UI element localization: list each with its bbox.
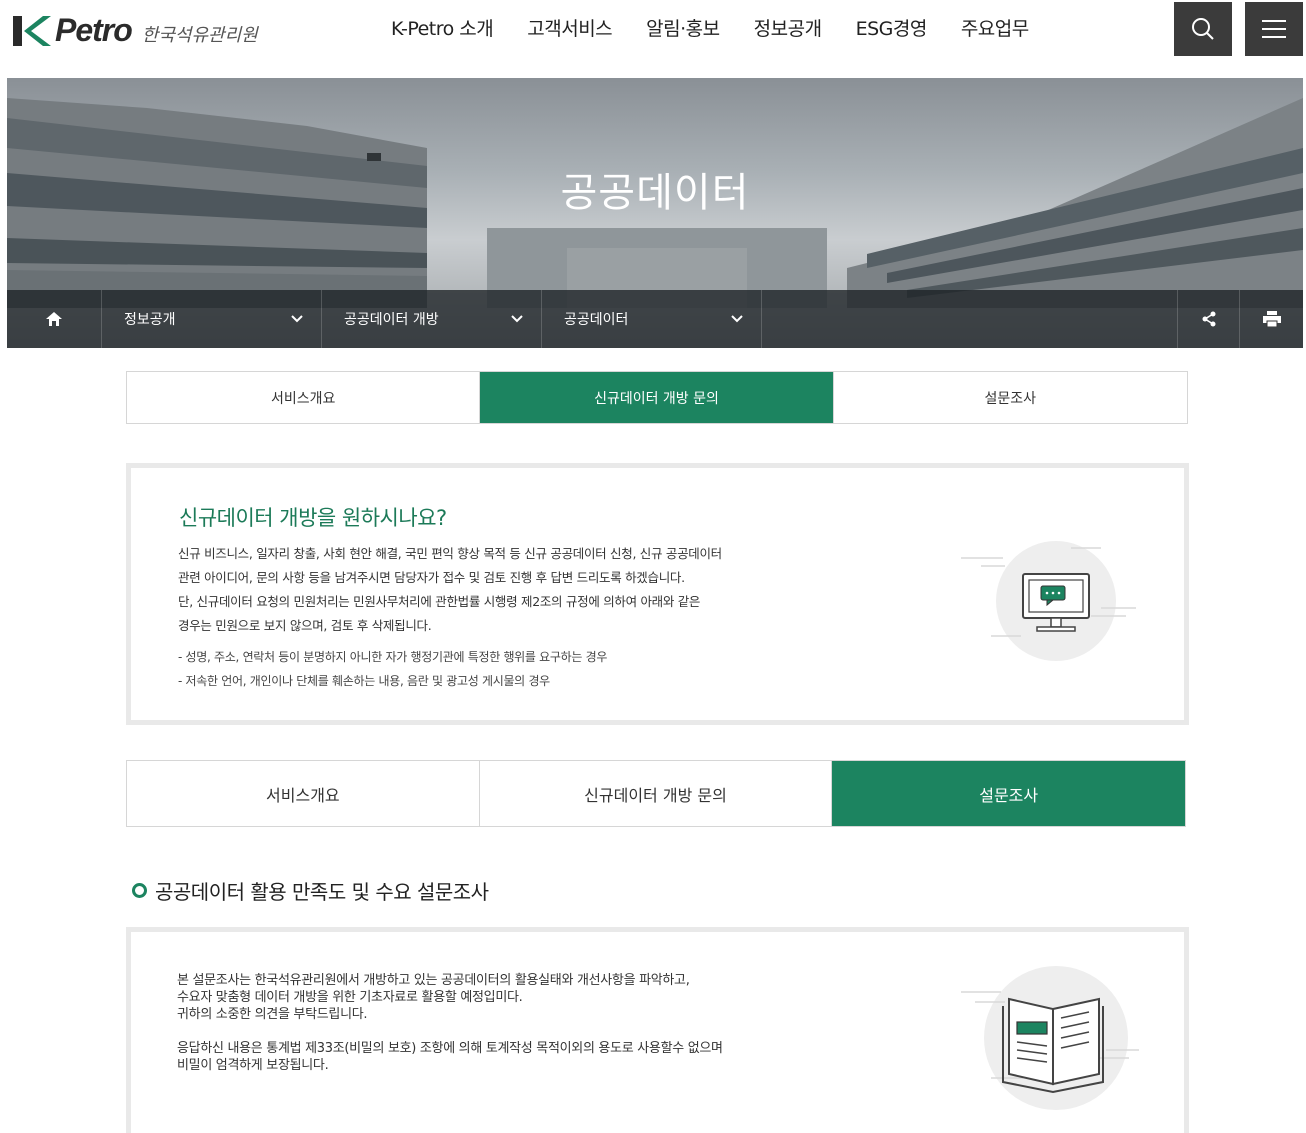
print-icon — [1262, 311, 1281, 327]
breadcrumb-dropdown-disclosure[interactable]: 정보공개 — [102, 290, 322, 348]
breadcrumb-dropdown-open-data[interactable]: 공공데이터 개방 — [322, 290, 542, 348]
logo-k-mark-icon — [11, 14, 51, 48]
tab-new-data-inquiry[interactable]: 신규데이터 개방 문의 — [480, 761, 833, 826]
search-button[interactable] — [1174, 2, 1232, 56]
nav-item-about[interactable]: K-Petro 소개 — [391, 14, 494, 41]
tab-new-data-inquiry[interactable]: 신규데이터 개방 문의 — [480, 372, 834, 423]
nav-item-customer-service[interactable]: 고객서비스 — [527, 14, 612, 41]
survey-info-box: 본 설문조사는 한국석유관리원에서 개방하고 있는 공공데이터의 활용실태와 개… — [126, 927, 1189, 1133]
survey-line: 귀하의 소중한 의견을 부탁드립니다. — [177, 1007, 368, 1022]
search-icon — [1192, 18, 1214, 40]
tab-service-overview[interactable]: 서비스개요 — [127, 761, 480, 826]
breadcrumb-dropdown-public-data[interactable]: 공공데이터 — [542, 290, 762, 348]
inquiry-exclusion-list: - 성명, 주소, 연락처 등이 분명하지 아니한 자가 행정기관에 특정한 행… — [178, 645, 607, 693]
share-button[interactable] — [1177, 290, 1239, 348]
nav-item-esg[interactable]: ESG경영 — [856, 14, 928, 41]
breadcrumb-label: 정보공개 — [124, 312, 176, 328]
survey-line: 수요자 맞춤형 데이터 개방을 위한 기초자료로 활용할 예정입미다. — [177, 990, 523, 1005]
logo-korean-text: 한국석유관리원 — [141, 24, 258, 46]
chevron-down-icon — [291, 315, 303, 323]
survey-line: 본 설문조사는 한국석유관리원에서 개방하고 있는 공공데이터의 활용실태와 개… — [177, 973, 690, 988]
logo-text: Petro — [55, 12, 133, 48]
breadcrumb-label: 공공데이터 개방 — [344, 312, 439, 328]
monitor-chat-icon — [961, 541, 1136, 661]
menu-button[interactable] — [1245, 2, 1303, 56]
inquiry-line: 경우는 민원으로 보지 않으며, 검토 후 삭제됩니다. — [178, 618, 432, 633]
survey-line: 응답하신 내용은 통계법 제33조(비밀의 보호) 조항에 의해 토계작성 목적… — [177, 1041, 723, 1056]
inquiry-line: 단, 신규데이터 요청의 민원처리는 민원사무처리에 관한법률 시행령 제2조의… — [178, 594, 701, 609]
list-item: - 성명, 주소, 연락처 등이 분명하지 아니한 자가 행정기관에 특정한 행… — [178, 650, 608, 664]
nav-item-disclosure[interactable]: 정보공개 — [754, 14, 822, 41]
tab-survey[interactable]: 설문조사 — [834, 372, 1187, 423]
survey-section-title: 공공데이터 활용 만족도 및 수요 설문조사 — [132, 876, 489, 905]
content-tabs-top: 서비스개요 신규데이터 개방 문의 설문조사 — [126, 371, 1188, 424]
hamburger-menu-icon — [1262, 20, 1286, 38]
home-button[interactable] — [7, 290, 102, 348]
chevron-down-icon — [731, 315, 743, 323]
tab-service-overview[interactable]: 서비스개요 — [127, 372, 481, 423]
main-navigation: K-Petro 소개 고객서비스 알림·홍보 정보공개 ESG경영 주요업무 — [391, 14, 1063, 41]
home-icon — [46, 312, 62, 326]
nav-item-news[interactable]: 알림·홍보 — [646, 14, 720, 41]
section-title-text: 공공데이터 활용 만족도 및 수요 설문조사 — [155, 880, 489, 904]
share-icon — [1202, 311, 1215, 327]
survey-description: 본 설문조사는 한국석유관리원에서 개방하고 있는 공공데이터의 활용실태와 개… — [177, 972, 897, 1074]
content-tabs-bottom: 서비스개요 신규데이터 개방 문의 설문조사 — [126, 760, 1186, 827]
print-button[interactable] — [1239, 290, 1303, 348]
survey-line: 비밀이 엄격하게 보장됩니다. — [177, 1058, 329, 1073]
breadcrumb-label: 공공데이터 — [564, 312, 629, 328]
inquiry-line: 관련 아이디어, 문의 사항 등을 남겨주시면 담당자가 접수 및 검토 진행 … — [178, 570, 685, 585]
nav-item-main-business[interactable]: 주요업무 — [961, 14, 1029, 41]
page: Petro 한국석유관리원 K-Petro 소개 고객서비스 알림·홍보 정보공… — [7, 0, 1303, 1133]
circle-bullet-icon — [132, 883, 147, 898]
tab-survey[interactable]: 설문조사 — [832, 761, 1186, 826]
inquiry-title: 신규데이터 개방을 원하시나요? — [179, 506, 447, 530]
inquiry-info-box: 신규데이터 개방을 원하시나요? 신규 비즈니스, 일자리 창출, 사회 현안 … — [126, 463, 1189, 725]
hero-banner: 공공데이터 정보공개 공공데이터 개방 공공데이터 — [7, 78, 1303, 348]
chevron-down-icon — [511, 315, 523, 323]
inquiry-line: 신규 비즈니스, 일자리 창출, 사회 현안 해결, 국민 편익 향상 목적 등… — [178, 546, 722, 561]
site-header: Petro 한국석유관리원 K-Petro 소개 고객서비스 알림·홍보 정보공… — [7, 0, 1303, 78]
location-bar: 정보공개 공공데이터 개방 공공데이터 — [7, 290, 1303, 348]
site-logo[interactable]: Petro 한국석유관리원 — [11, 12, 258, 49]
list-item: - 저속한 언어, 개인이나 단체를 훼손하는 내용, 음란 및 광고성 게시물… — [178, 674, 550, 688]
open-book-icon — [961, 966, 1139, 1110]
inquiry-description: 신규 비즈니스, 일자리 창출, 사회 현안 해결, 국민 편익 향상 목적 등… — [178, 542, 898, 638]
page-title: 공공데이터 — [560, 170, 750, 216]
